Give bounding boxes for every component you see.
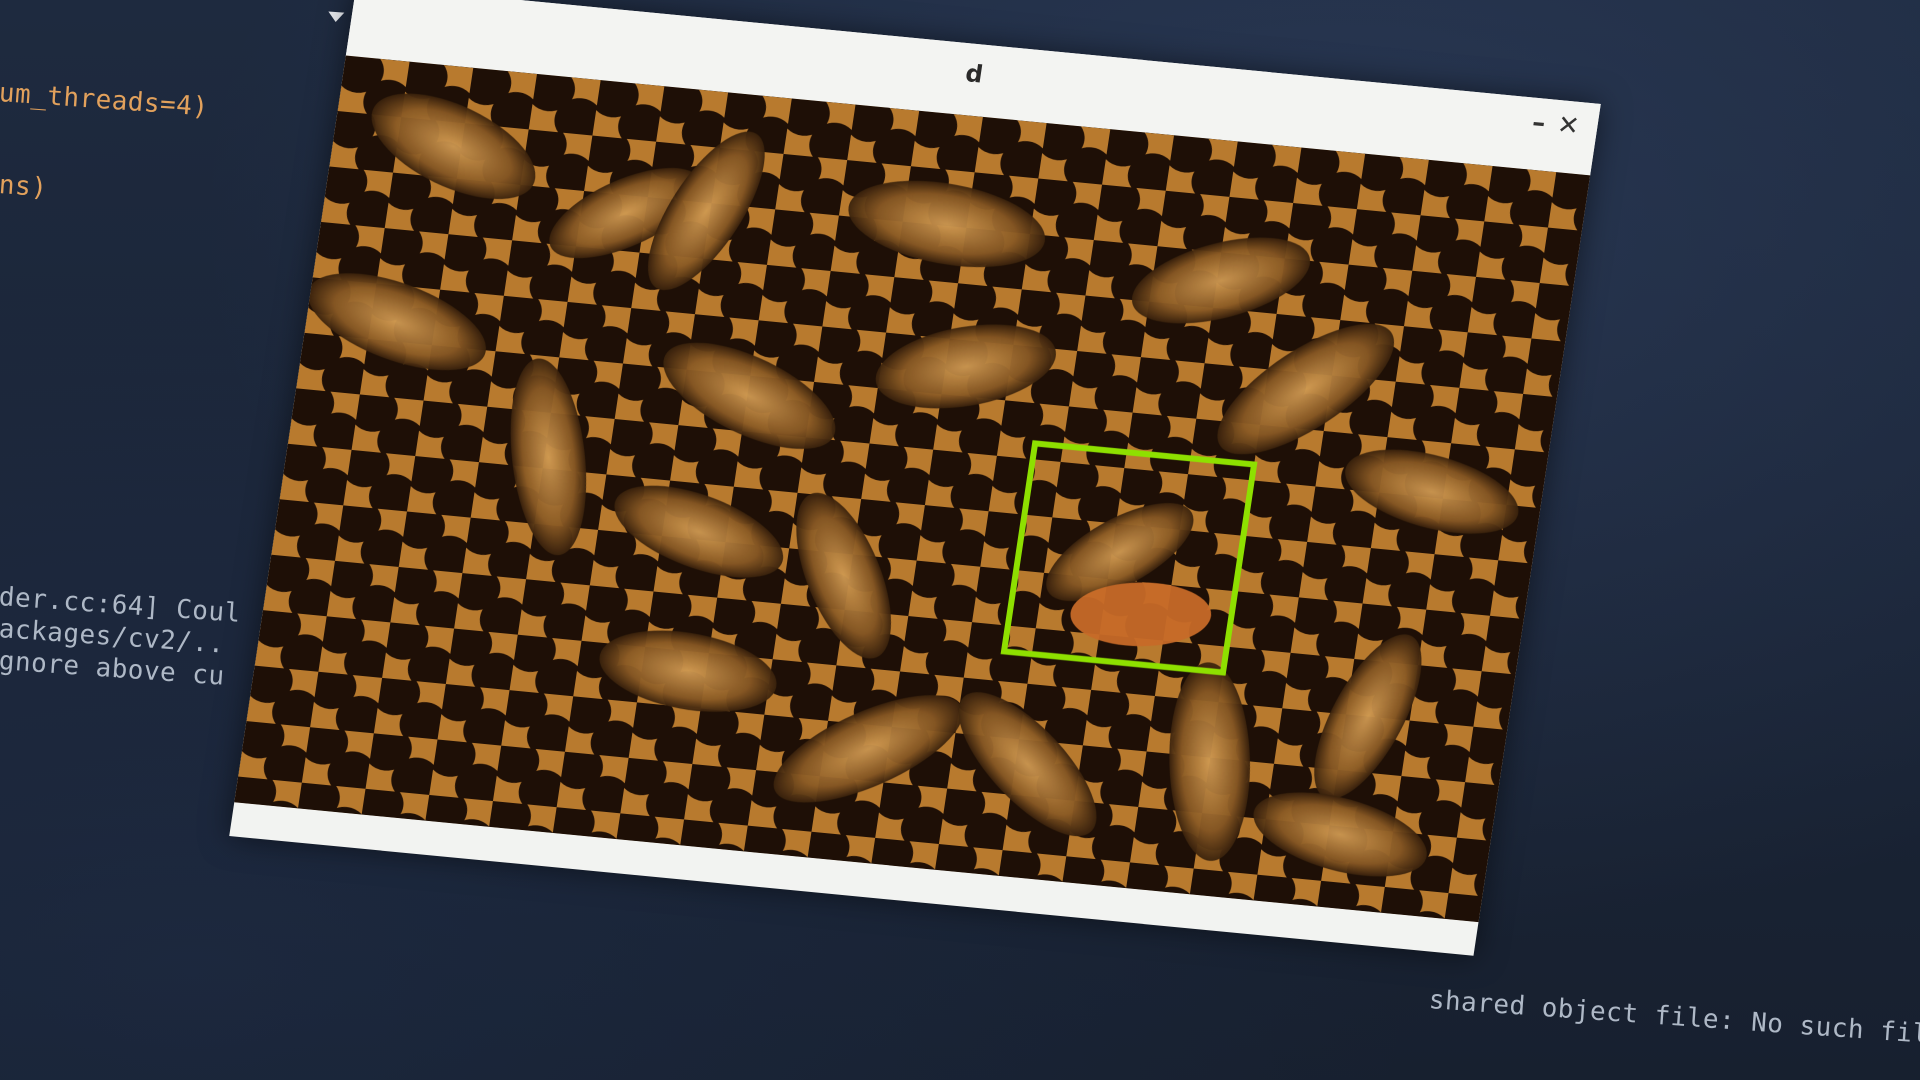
- image-viewer-window[interactable]: d – ✕: [229, 0, 1601, 956]
- minimize-icon[interactable]: –: [1530, 108, 1547, 139]
- bee-frame-image: [234, 55, 1591, 923]
- terminal-line: ns): [0, 170, 49, 204]
- window-title: d: [963, 59, 985, 89]
- chevron-down-icon[interactable]: [327, 11, 345, 23]
- close-icon[interactable]: ✕: [1555, 110, 1581, 142]
- honeycomb-photo: [234, 55, 1591, 923]
